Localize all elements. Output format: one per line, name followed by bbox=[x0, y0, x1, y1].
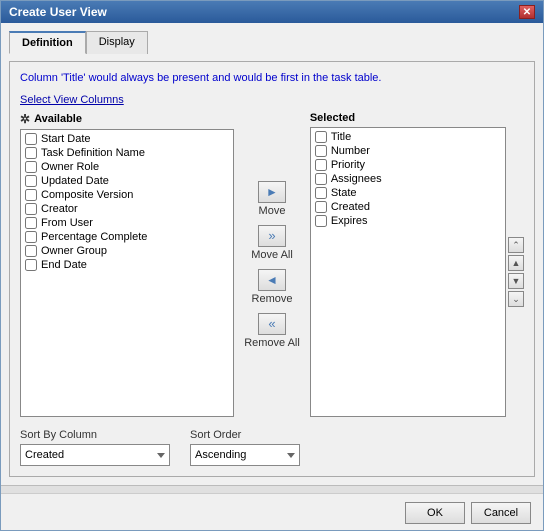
columns-area: ✲ Available Start Date Task Definition N… bbox=[20, 112, 524, 417]
sort-order-group: Sort Order Ascending Descending bbox=[190, 429, 300, 466]
available-checkbox[interactable] bbox=[25, 175, 37, 187]
move-up-button[interactable]: ▲ bbox=[508, 255, 524, 271]
selected-checkbox[interactable] bbox=[315, 201, 327, 213]
sort-by-column-group: Sort By Column Created Title Number Prio… bbox=[20, 429, 170, 466]
available-list-container: ✲ Available Start Date Task Definition N… bbox=[20, 112, 234, 417]
available-checkbox[interactable] bbox=[25, 189, 37, 201]
dialog-title: Create User View bbox=[9, 5, 107, 19]
selected-list-container: Selected Title Number Priority Assignees… bbox=[310, 112, 524, 417]
selected-listbox[interactable]: Title Number Priority Assignees State Cr… bbox=[310, 127, 506, 417]
list-item[interactable]: Owner Role bbox=[23, 160, 231, 174]
move-buttons-col: ► Move » Move All ◄ Remove « Remove All bbox=[240, 112, 304, 417]
list-item[interactable]: Updated Date bbox=[23, 174, 231, 188]
list-item[interactable]: Priority bbox=[313, 158, 503, 172]
available-checkbox[interactable] bbox=[25, 161, 37, 173]
sort-by-column-label: Sort By Column bbox=[20, 429, 170, 441]
sort-order-wrap: Ascending Descending bbox=[190, 444, 300, 466]
selected-checkbox[interactable] bbox=[315, 215, 327, 227]
selected-checkbox[interactable] bbox=[315, 131, 327, 143]
list-item[interactable]: Creator bbox=[23, 202, 231, 216]
asterisk-icon: ✲ bbox=[20, 112, 30, 126]
list-item[interactable]: Composite Version bbox=[23, 188, 231, 202]
list-item[interactable]: From User bbox=[23, 216, 231, 230]
move-label: Move bbox=[259, 205, 286, 217]
sort-by-column-wrap: Created Title Number Priority Assignees … bbox=[20, 444, 170, 466]
selected-checkbox[interactable] bbox=[315, 173, 327, 185]
available-checkbox[interactable] bbox=[25, 245, 37, 257]
close-button[interactable]: ✕ bbox=[519, 5, 535, 19]
available-checkbox[interactable] bbox=[25, 231, 37, 243]
available-label: ✲ Available bbox=[20, 112, 234, 126]
list-item[interactable]: Percentage Complete bbox=[23, 230, 231, 244]
list-item[interactable]: Title bbox=[313, 130, 503, 144]
sort-by-column-select[interactable]: Created Title Number Priority Assignees … bbox=[20, 444, 170, 466]
cancel-button[interactable]: Cancel bbox=[471, 502, 531, 524]
sort-row: Sort By Column Created Title Number Prio… bbox=[20, 429, 524, 466]
selected-checkbox[interactable] bbox=[315, 187, 327, 199]
tab-definition[interactable]: Definition bbox=[9, 31, 86, 54]
title-bar: Create User View ✕ bbox=[1, 1, 543, 23]
remove-label: Remove bbox=[252, 293, 293, 305]
move-top-button[interactable]: ⌃ bbox=[508, 237, 524, 253]
tab-content: Column 'Title' would always be present a… bbox=[9, 61, 535, 477]
list-item[interactable]: State bbox=[313, 186, 503, 200]
create-user-view-dialog: Create User View ✕ Definition Display Co… bbox=[0, 0, 544, 531]
tab-display[interactable]: Display bbox=[86, 31, 148, 54]
selected-checkbox[interactable] bbox=[315, 145, 327, 157]
spacer-bar bbox=[1, 485, 543, 493]
info-text: Column 'Title' would always be present a… bbox=[20, 72, 524, 84]
ok-button[interactable]: OK bbox=[405, 502, 465, 524]
available-checkbox[interactable] bbox=[25, 147, 37, 159]
bottom-right: OK Cancel bbox=[405, 502, 531, 524]
list-item[interactable]: Owner Group bbox=[23, 244, 231, 258]
selected-checkbox[interactable] bbox=[315, 159, 327, 171]
move-all-button[interactable]: » bbox=[258, 225, 286, 247]
sort-order-label: Sort Order bbox=[190, 429, 300, 441]
available-checkbox[interactable] bbox=[25, 217, 37, 229]
list-item[interactable]: Number bbox=[313, 144, 503, 158]
move-all-label: Move All bbox=[251, 249, 293, 261]
select-view-columns-label[interactable]: Select View Columns bbox=[20, 94, 524, 106]
move-bottom-button[interactable]: ⌄ bbox=[508, 291, 524, 307]
bottom-bar: OK Cancel bbox=[1, 493, 543, 530]
available-checkbox[interactable] bbox=[25, 259, 37, 271]
list-item[interactable]: Start Date bbox=[23, 132, 231, 146]
remove-all-button[interactable]: « bbox=[258, 313, 286, 335]
move-button[interactable]: ► bbox=[258, 181, 286, 203]
remove-all-label: Remove All bbox=[244, 337, 300, 349]
remove-button[interactable]: ◄ bbox=[258, 269, 286, 291]
move-down-button[interactable]: ▼ bbox=[508, 273, 524, 289]
list-item[interactable]: Expires bbox=[313, 214, 503, 228]
dialog-content: Definition Display Column 'Title' would … bbox=[1, 23, 543, 485]
sort-order-select[interactable]: Ascending Descending bbox=[190, 444, 300, 466]
available-checkbox[interactable] bbox=[25, 203, 37, 215]
list-item[interactable]: Created bbox=[313, 200, 503, 214]
available-listbox[interactable]: Start Date Task Definition Name Owner Ro… bbox=[20, 129, 234, 417]
selected-label: Selected bbox=[310, 112, 524, 124]
tab-bar: Definition Display bbox=[9, 31, 535, 54]
list-item[interactable]: Assignees bbox=[313, 172, 503, 186]
available-checkbox[interactable] bbox=[25, 133, 37, 145]
list-item[interactable]: End Date bbox=[23, 258, 231, 272]
list-item[interactable]: Task Definition Name bbox=[23, 146, 231, 160]
reorder-col: ⌃ ▲ ▼ ⌄ bbox=[506, 127, 524, 417]
